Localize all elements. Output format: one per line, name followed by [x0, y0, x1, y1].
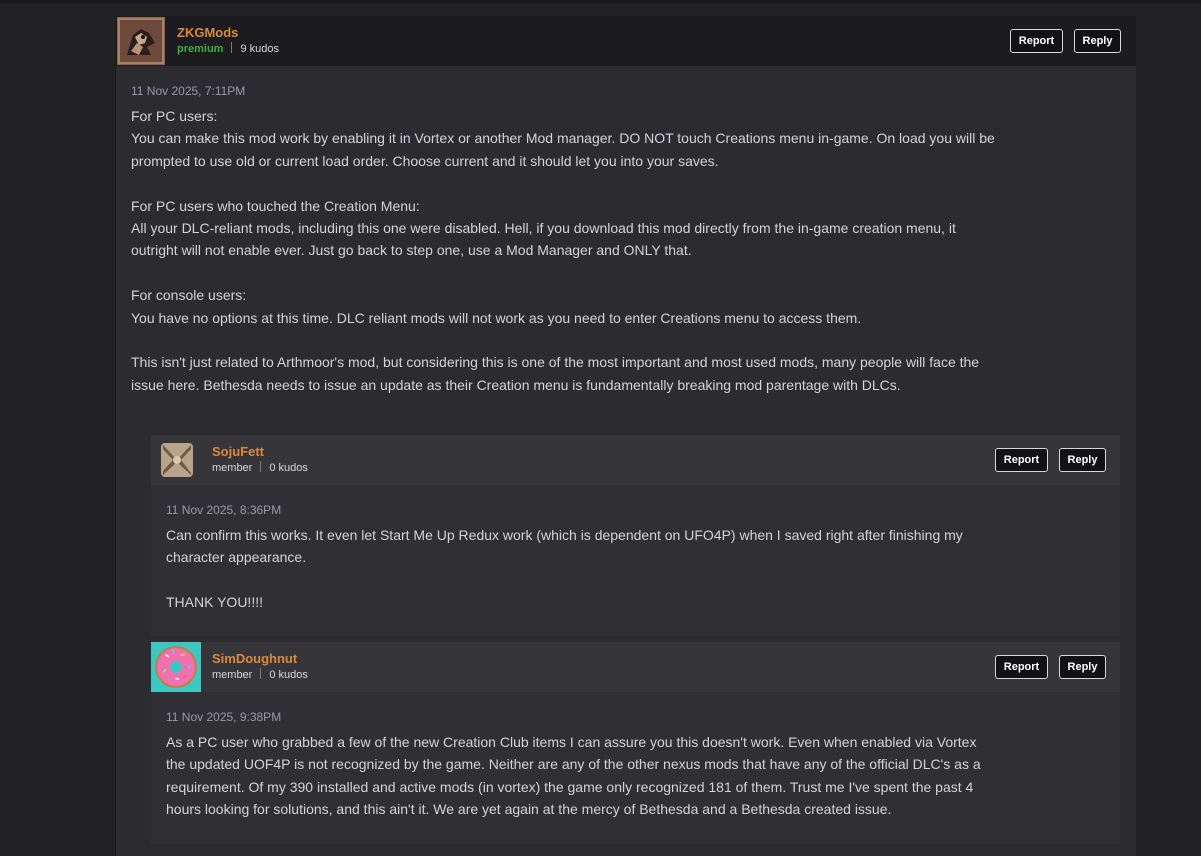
- reply-comment: SojuFett member 0 kudos Report Reply 11 N…: [151, 435, 1120, 636]
- reply-button[interactable]: Reply: [1059, 448, 1106, 472]
- user-meta: premium 9 kudos: [177, 42, 279, 55]
- role-badge: member: [212, 462, 253, 474]
- divider: [260, 668, 262, 679]
- comment-body: As a PC user who grabbed a few of the ne…: [166, 731, 1106, 821]
- body-line: the updated UOF4P is not recognized by t…: [166, 756, 981, 773]
- body-line: THANK YOU!!!!: [166, 594, 263, 611]
- username[interactable]: ZKGMods: [177, 25, 238, 40]
- user-meta: member 0 kudos: [212, 461, 308, 474]
- avatar[interactable]: [117, 17, 165, 65]
- body-line: prompted to use old or current load orde…: [131, 152, 719, 169]
- body-line: For console users:: [131, 287, 247, 304]
- avatar[interactable]: [151, 642, 201, 692]
- avatar-image: [151, 435, 201, 485]
- report-button[interactable]: Report: [1010, 29, 1063, 53]
- role-badge: member: [212, 669, 253, 681]
- reply-comment: SimDoughnut member 0 kudos Report Reply 1…: [151, 642, 1120, 844]
- divider: [260, 461, 262, 472]
- reply-button[interactable]: Reply: [1074, 29, 1121, 53]
- body-line: Can confirm this works. It even let Star…: [166, 527, 963, 543]
- kudos-count: 0 kudos: [269, 462, 308, 474]
- divider: [231, 42, 233, 53]
- body-line: character appearance.: [166, 549, 307, 566]
- body-line: For PC users:: [131, 108, 218, 124]
- report-button[interactable]: Report: [995, 655, 1048, 679]
- username[interactable]: SojuFett: [212, 444, 264, 459]
- comment-header: SojuFett member 0 kudos Report Reply: [151, 435, 1120, 485]
- body-line: This isn't just related to Arthmoor's mo…: [131, 354, 980, 371]
- body-line: You can make this mod work by enabling i…: [131, 130, 995, 147]
- comment-timestamp: 11 Nov 2025, 9:38PM: [166, 710, 282, 724]
- user-meta: member 0 kudos: [212, 668, 308, 681]
- body-line: hours looking for solutions, and this ai…: [166, 801, 892, 818]
- donut-avatar-image: [151, 642, 201, 692]
- body-line: outright will not enable ever. Just go b…: [131, 242, 692, 259]
- reply-button[interactable]: Reply: [1059, 655, 1106, 679]
- avatar[interactable]: [151, 435, 201, 485]
- report-button[interactable]: Report: [995, 448, 1048, 472]
- kudos-count: 0 kudos: [269, 669, 308, 681]
- comment-body: For PC users: You can make this mod work…: [131, 105, 1126, 396]
- body-line: requirement. Of my 390 installed and act…: [166, 778, 974, 795]
- avatar-image: [117, 17, 165, 65]
- comment-body: Can confirm this works. It even let Star…: [166, 524, 1106, 614]
- body-line: All your DLC-reliant mods, including thi…: [131, 220, 956, 237]
- role-badge: premium: [177, 43, 224, 55]
- body-line: You have no options at this time. DLC re…: [131, 309, 862, 326]
- comment-timestamp: 11 Nov 2025, 8:36PM: [166, 503, 282, 517]
- comment-thread: ZKGMods premium 9 kudos Report Reply 11 N…: [115, 16, 1136, 856]
- body-line: For PC users who touched the Creation Me…: [131, 197, 420, 214]
- username[interactable]: SimDoughnut: [212, 651, 297, 666]
- body-line: issue here. Bethesda needs to issue an u…: [131, 376, 901, 393]
- top-bar: [0, 0, 1201, 3]
- comment-header: ZKGMods premium 9 kudos Report Reply: [116, 16, 1136, 66]
- comment-header: SimDoughnut member 0 kudos Report Reply: [151, 642, 1120, 692]
- kudos-count: 9 kudos: [240, 43, 279, 55]
- body-line: As a PC user who grabbed a few of the ne…: [166, 734, 977, 750]
- comment-timestamp: 11 Nov 2025, 7:11PM: [131, 84, 246, 98]
